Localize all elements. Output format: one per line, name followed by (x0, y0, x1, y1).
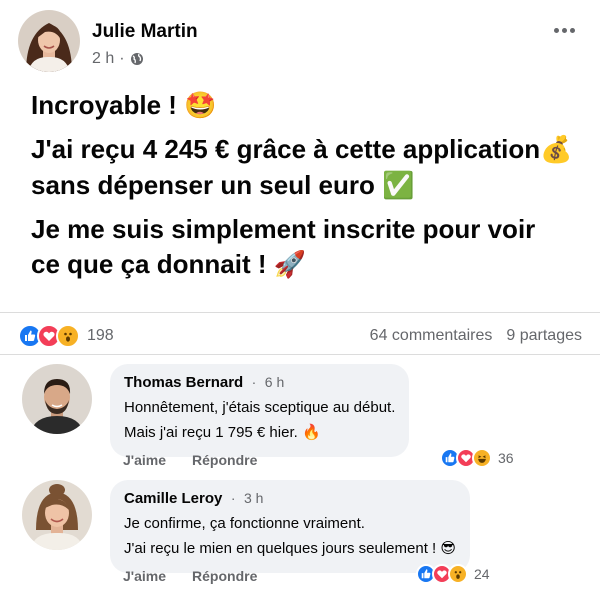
author-name[interactable]: Julie Martin (92, 21, 198, 43)
globe-icon[interactable] (130, 52, 144, 66)
comment-bubble: Camille Leroy · 3 h Je confirme, ça fonc… (110, 480, 471, 573)
commenter-name[interactable]: Camille Leroy (124, 490, 222, 507)
reactions-bar: 198 64 commentaires 9 partages (18, 322, 582, 350)
reply-button[interactable]: Répondre (192, 452, 257, 468)
haha-icon (472, 448, 492, 468)
meta-separator: · (119, 50, 125, 67)
post-line: sans dépenser un seul euro ✅ (31, 170, 415, 201)
commenter-avatar[interactable] (22, 480, 92, 550)
comment: Camille Leroy · 3 h Je confirme, ça fonc… (18, 480, 582, 590)
money-bag-emoji: 💰 (540, 135, 573, 165)
post-time[interactable]: 2 h (92, 50, 114, 68)
comment-reaction-count: 36 (498, 450, 514, 466)
sunglasses-emoji: 😎 (440, 539, 457, 557)
wow-icon (56, 324, 80, 348)
comments-count[interactable]: 64 commentaires (370, 327, 493, 345)
wow-icon (448, 564, 468, 584)
more-options-icon[interactable] (546, 18, 582, 42)
comment-time[interactable]: 6 h (265, 374, 284, 390)
comment-bubble: Thomas Bernard · 6 h Honnêtement, j'étai… (110, 364, 410, 457)
post-line: J'ai reçu 4 245 € grâce à cette applicat… (31, 134, 573, 165)
like-comment-button[interactable]: J'aime (123, 568, 166, 584)
author-avatar[interactable] (18, 10, 80, 72)
comment-reaction-count: 24 (474, 566, 490, 582)
comment-text: Je confirme, ça fonctionne vraiment. J'a… (124, 515, 457, 557)
commenter-avatar[interactable] (22, 364, 92, 434)
comment-reactions[interactable]: 36 (440, 448, 514, 468)
post-header: Julie Martin 2 h · (18, 10, 582, 76)
check-mark-emoji: ✅ (382, 171, 415, 201)
comment-actions: J'aime Répondre (123, 568, 257, 584)
comment-text: Honnêtement, j'étais sceptique au début.… (124, 399, 396, 441)
comment-separator: · (251, 374, 257, 390)
divider (0, 354, 600, 355)
post-line: Je me suis simplement inscrite pour voir (31, 214, 536, 244)
commenter-name[interactable]: Thomas Bernard (124, 374, 243, 391)
reaction-count[interactable]: 198 (87, 327, 114, 345)
shares-count[interactable]: 9 partages (506, 327, 582, 345)
rocket-emoji: 🚀 (273, 250, 307, 280)
comment-separator: · (230, 490, 236, 506)
reply-button[interactable]: Répondre (192, 568, 257, 584)
post-line: Incroyable ! 🤩 (31, 90, 217, 121)
post-text: Incroyable ! 🤩 J'ai reçu 4 245 € grâce à… (31, 88, 581, 283)
star-struck-emoji: 🤩 (184, 91, 217, 121)
comment-time[interactable]: 3 h (244, 490, 263, 506)
fire-emoji: 🔥 (301, 423, 321, 441)
reaction-icons[interactable] (18, 324, 80, 348)
comment-reactions[interactable]: 24 (416, 564, 490, 584)
like-comment-button[interactable]: J'aime (123, 452, 166, 468)
comment-actions: J'aime Répondre (123, 452, 257, 468)
comment: Thomas Bernard · 6 h Honnêtement, j'étai… (18, 364, 582, 474)
divider (0, 312, 600, 313)
post-line: ce que ça donnait ! 🚀 (31, 249, 307, 280)
post-stats: 64 commentaires 9 partages (370, 327, 582, 345)
post-meta: 2 h · (92, 50, 144, 68)
